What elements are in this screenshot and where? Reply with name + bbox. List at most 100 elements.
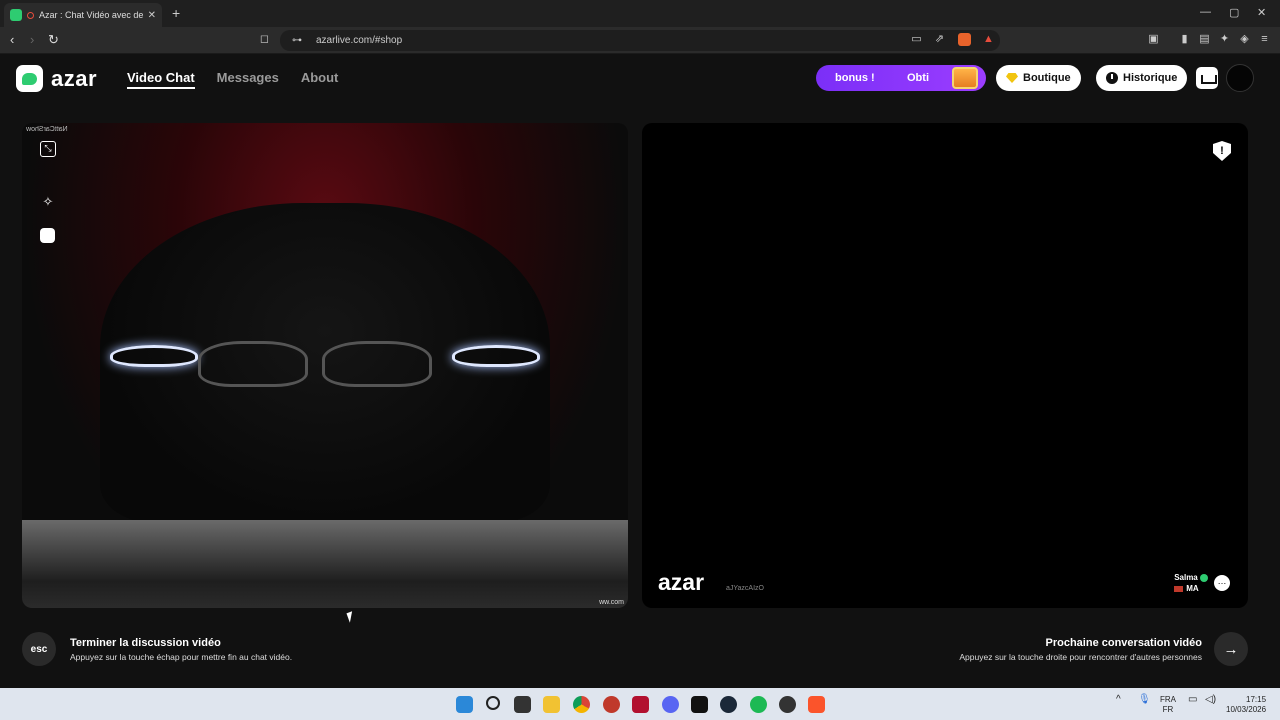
minimize-video-icon[interactable]: ⤡	[40, 141, 56, 157]
report-shield-icon[interactable]: !	[1213, 141, 1231, 161]
network-icon[interactable]: ▭	[1188, 695, 1197, 705]
clock-date: 10/03/2026	[1226, 705, 1267, 714]
brave-icon[interactable]	[808, 696, 825, 713]
partner-video-feed: ! azar aJYazcAIzO Salma MA …	[642, 123, 1248, 608]
nav-video-chat[interactable]: Video Chat	[127, 70, 195, 89]
bonus-banner-button[interactable]: bonus ! Obti	[816, 65, 986, 91]
user-id: aJYazcAIzO	[726, 585, 764, 592]
next-chat-hint: Prochaine conversation vidéo Appuyez sur…	[959, 632, 1248, 666]
treasure-chest-icon	[952, 67, 978, 89]
search-icon[interactable]	[486, 696, 500, 710]
bookmark-icon[interactable]: ◻	[258, 33, 271, 46]
windows-start-icon[interactable]	[456, 696, 473, 713]
car-grille-right	[322, 341, 432, 387]
gem-icon	[1006, 73, 1018, 83]
brave-shields-icon[interactable]	[958, 33, 971, 46]
watermark-top: NattCarShow	[26, 126, 68, 133]
azar-watermark: azar	[658, 569, 705, 595]
bonus-cta-label: Obti	[907, 72, 929, 84]
leo-ai-icon[interactable]: ✦	[1218, 33, 1231, 46]
language-code: FRA	[1160, 695, 1176, 704]
volume-icon[interactable]: ◁)	[1205, 695, 1216, 705]
app-icon-red[interactable]	[603, 696, 620, 713]
end-chat-subtitle: Appuyez sur la touche échap pour mettre …	[70, 651, 293, 662]
address-bar[interactable]: ⊶ azarlive.com/#shop	[280, 30, 1000, 51]
verified-icon	[1200, 573, 1208, 582]
site-info-icon[interactable]: ⊶	[292, 35, 302, 46]
browser-tab[interactable]: Azar : Chat Vidéo avec de nou ✕	[4, 3, 162, 27]
keyboard-layout: FR	[1162, 705, 1174, 714]
azar-favicon-icon	[10, 9, 22, 21]
new-tab-button[interactable]: +	[172, 5, 180, 21]
vpn-icon[interactable]: ◈	[1238, 33, 1251, 46]
my-video-feed: NattCarShow ww.com ⤡ ✧	[22, 123, 628, 608]
capcut-icon[interactable]	[691, 696, 708, 713]
bonus-label: bonus !	[835, 72, 875, 84]
reload-icon[interactable]: ↻	[48, 32, 59, 48]
discord-icon[interactable]	[662, 696, 679, 713]
shop-label: Boutique	[1023, 72, 1071, 84]
next-arrow-button[interactable]: →	[1214, 632, 1248, 666]
esc-button[interactable]: esc	[22, 632, 56, 666]
browser-toolbar: ‹ › ↻ ◻ ⊶ azarlive.com/#shop ▭ ⇗ ▲ ▣ ▮ ▤…	[0, 27, 1280, 54]
clock[interactable]: 17:15 10/03/2026	[1226, 695, 1266, 715]
file-explorer-icon[interactable]	[543, 696, 560, 713]
mouse-cursor-icon	[346, 611, 356, 623]
tab-title: Azar : Chat Vidéo avec de nou	[39, 10, 143, 20]
language-indicator[interactable]: FRA FR	[1160, 695, 1176, 715]
task-view-icon[interactable]	[514, 696, 531, 713]
history-label: Historique	[1123, 72, 1178, 84]
peer-name: Salma	[1174, 573, 1198, 582]
app-icon-a[interactable]	[632, 696, 649, 713]
user-avatar[interactable]	[1226, 64, 1254, 92]
menu-icon[interactable]: ≡	[1258, 33, 1271, 46]
url-text: azarlive.com/#shop	[316, 35, 403, 46]
cast-icon[interactable]: ▭	[910, 33, 923, 46]
azar-logo[interactable]: azar	[16, 65, 97, 92]
wallet-icon[interactable]: ▤	[1198, 33, 1211, 46]
minimize-button[interactable]: —	[1200, 6, 1211, 18]
azar-logo-icon	[16, 65, 43, 92]
chrome-icon[interactable]	[573, 696, 590, 713]
inbox-icon[interactable]	[1196, 67, 1218, 89]
car-headlight-right	[452, 345, 540, 367]
forward-icon[interactable]: ›	[30, 32, 34, 47]
history-button[interactable]: Historique	[1096, 65, 1188, 91]
steam-icon[interactable]	[720, 696, 737, 713]
windows-taskbar: ^ 🎙 FRA FR ▭ ◁) 17:15 10/03/2026	[0, 688, 1280, 720]
logo-text: azar	[51, 65, 98, 91]
tray-chevron-icon[interactable]: ^	[1116, 695, 1121, 705]
clock-icon	[1106, 72, 1118, 84]
chat-bubble-icon[interactable]: …	[1214, 575, 1230, 591]
next-chat-title: Prochaine conversation vidéo	[1045, 636, 1203, 649]
share-icon[interactable]: ⇗	[933, 33, 946, 46]
end-chat-hint: esc Terminer la discussion vidéo Appuyez…	[22, 632, 292, 666]
face-filter-icon[interactable]	[40, 228, 55, 243]
azar-page: azar Video Chat Messages About bonus ! O…	[0, 54, 1280, 688]
shop-button[interactable]: Boutique	[996, 65, 1081, 91]
car-headlight-left	[110, 345, 198, 367]
brave-rewards-icon[interactable]: ▲	[982, 33, 995, 46]
peer-country: MA	[1186, 584, 1199, 593]
country-flag-icon	[1174, 585, 1184, 592]
nav-about[interactable]: About	[301, 70, 339, 89]
watermark-bottom: ww.com	[599, 599, 624, 606]
nav-messages[interactable]: Messages	[217, 70, 279, 89]
back-icon[interactable]: ‹	[10, 32, 14, 47]
peer-info[interactable]: Salma MA	[1174, 573, 1208, 593]
main-nav: Video Chat Messages About	[127, 70, 338, 89]
maximize-button[interactable]: ▢	[1229, 6, 1239, 19]
close-window-button[interactable]: ✕	[1257, 6, 1266, 19]
reader-mode-icon[interactable]: ▣	[1147, 33, 1160, 46]
microphone-icon[interactable]: 🎙	[1138, 695, 1151, 705]
floor-reflection	[22, 520, 628, 608]
end-chat-title: Terminer la discussion vidéo	[70, 636, 221, 649]
tab-close-icon[interactable]: ✕	[148, 10, 156, 21]
recording-icon	[27, 11, 34, 19]
next-chat-subtitle: Appuyez sur la touche droite pour rencon…	[959, 651, 1202, 662]
spotify-icon[interactable]	[750, 696, 767, 713]
car-grille-left	[198, 341, 308, 387]
magic-wand-icon[interactable]: ✧	[40, 194, 56, 210]
sidebar-icon[interactable]: ▮	[1178, 33, 1191, 46]
obs-icon[interactable]	[779, 696, 796, 713]
